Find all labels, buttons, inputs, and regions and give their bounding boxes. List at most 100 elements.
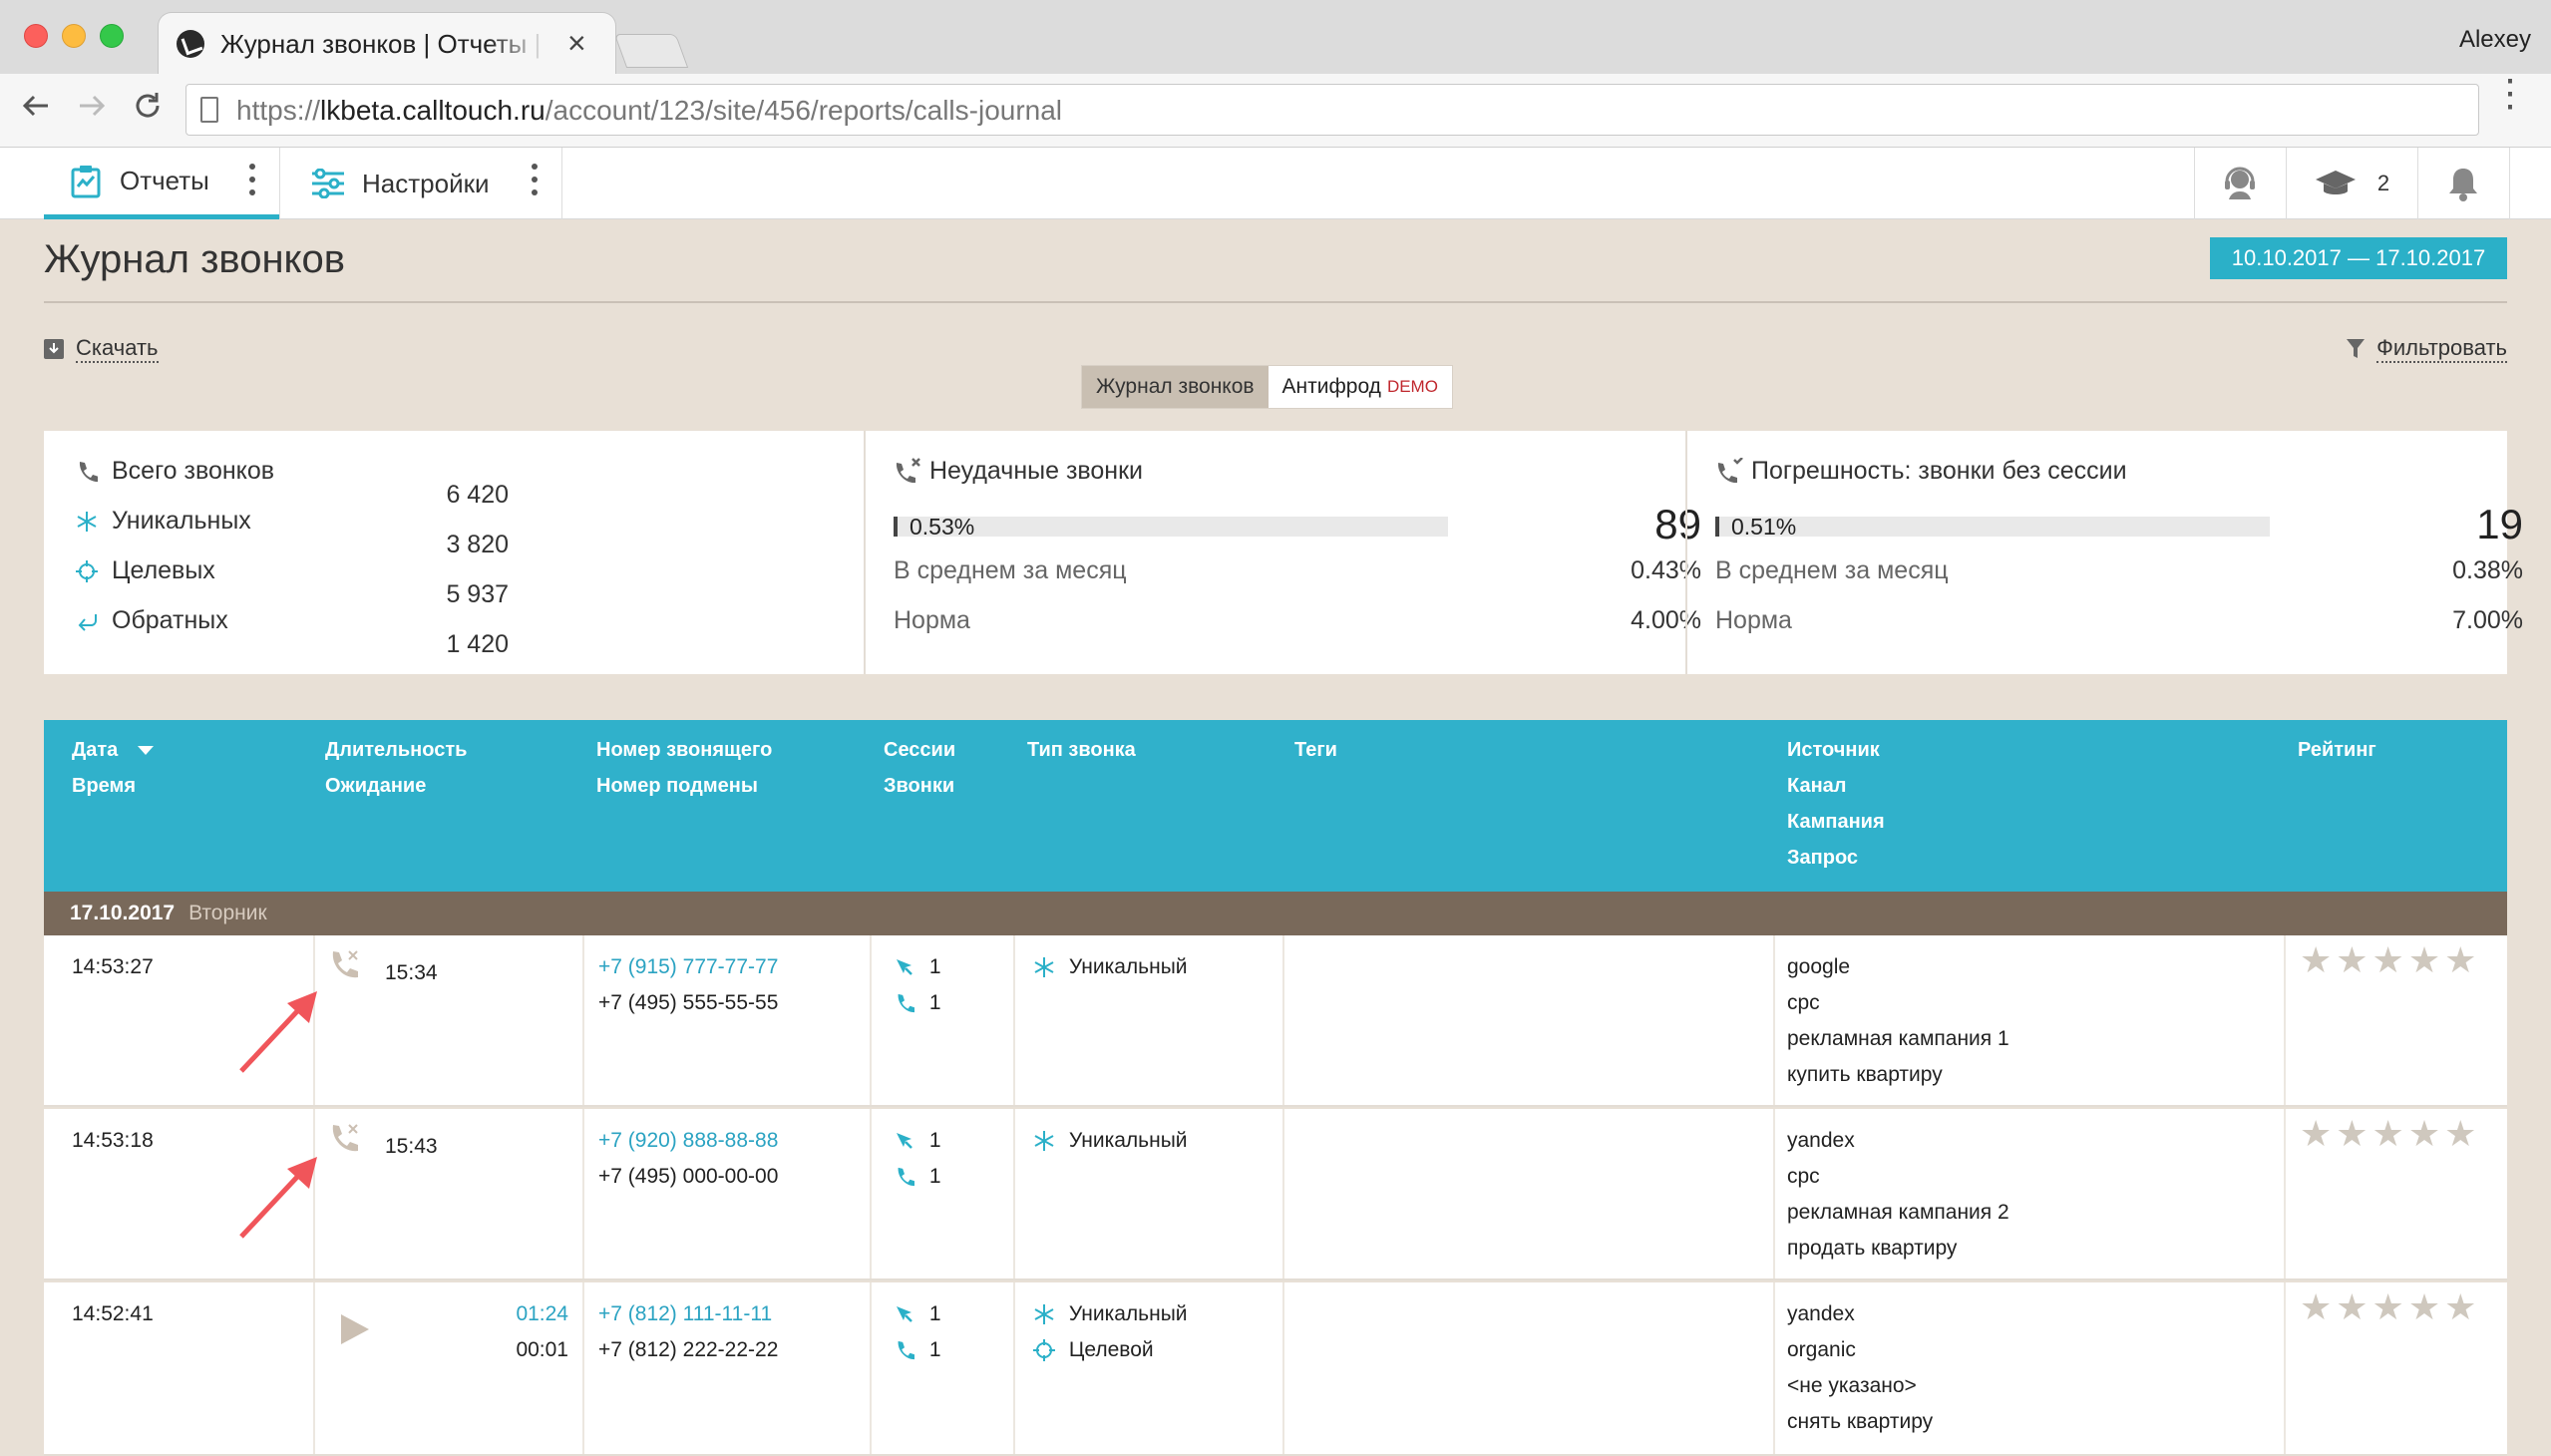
new-tab-button[interactable]: [613, 34, 689, 68]
no-session-avg-value: 0.38%: [2452, 556, 2523, 584]
row-sessions[interactable]: 1: [892, 1296, 941, 1332]
row-campaign: <не указано>: [1787, 1374, 1917, 1397]
row-sessions[interactable]: 1: [892, 1123, 941, 1159]
col-sessions-label: Сессии: [884, 739, 956, 761]
forward-arrow-icon[interactable]: [74, 88, 110, 131]
row-campaign: рекламная кампания 2: [1787, 1201, 2009, 1224]
col-campaign-label: Кампания: [1787, 811, 1885, 833]
tab-settings[interactable]: Настройки: [280, 148, 561, 219]
no-session-percent: 0.51%: [1731, 514, 1797, 540]
row-sessions-value: 1: [928, 955, 941, 978]
row-campaign: рекламная кампания 1: [1787, 1027, 2009, 1050]
tab-settings-label: Настройки: [362, 168, 490, 198]
row-calls-value: 1: [928, 1165, 941, 1188]
window-close-button[interactable]: [24, 24, 48, 48]
window-minimize-button[interactable]: [62, 24, 86, 48]
col-duration[interactable]: Длительность Ожидание: [325, 732, 467, 804]
col-wait-label: Ожидание: [325, 775, 427, 797]
table-row[interactable]: 14:52:41 01:24 00:01 +7 (812) 111-11-11 …: [44, 1282, 2507, 1456]
summary-target-calls-label: Целевых: [112, 556, 215, 584]
play-recording-icon[interactable]: [339, 1312, 371, 1358]
failed-calls-percent: 0.53%: [910, 514, 975, 540]
row-duration: 15:43: [385, 1135, 438, 1158]
failed-calls-avg-label: В среднем за месяц: [894, 556, 1127, 584]
rating-stars[interactable]: ★★★★★: [2300, 1286, 2480, 1328]
no-session-norm-value: 7.00%: [2452, 606, 2523, 634]
page-title: Журнал звонков: [44, 237, 345, 281]
address-bar[interactable]: https://lkbeta.calltouch.ru/account/123/…: [185, 84, 2479, 136]
row-sessions-value: 1: [928, 1302, 941, 1325]
summary-total-calls-value: 6 420: [446, 481, 509, 509]
row-duration: 15:34: [385, 961, 438, 984]
row-caller-number[interactable]: +7 (915) 777-77-77: [598, 949, 778, 985]
col-replace-label: Номер подмены: [596, 775, 758, 797]
col-sessions[interactable]: Сессии Звонки: [884, 732, 955, 804]
demo-badge: DEMO: [1386, 377, 1438, 396]
row-calls[interactable]: 1: [892, 1159, 941, 1195]
browser-menu-icon[interactable]: ⋮: [2491, 75, 2529, 113]
no-session-avg-label: В среднем за месяц: [1715, 556, 1949, 584]
unique-asterisk-icon: [1031, 954, 1057, 980]
no-session-bar: 0.51%: [1715, 514, 2270, 540]
col-time-label: Время: [72, 775, 136, 797]
table-row[interactable]: 14:53:18 15:43 +7 (920) 888-88-88 +7 (49…: [44, 1109, 2507, 1280]
browser-tab[interactable]: Журнал звонков | Отчеты | Calltouch ×: [158, 12, 616, 74]
browser-toolbar: https://lkbeta.calltouch.ru/account/123/…: [0, 74, 2551, 148]
row-type-label: Уникальный: [1068, 1302, 1188, 1325]
tab-reports-label: Отчеты: [120, 166, 209, 195]
row-time: 14:53:27: [72, 955, 154, 978]
row-sessions-value: 1: [928, 1129, 941, 1152]
row-caller-number[interactable]: +7 (920) 888-88-88: [598, 1123, 778, 1159]
window-zoom-button[interactable]: [100, 24, 124, 48]
col-numbers[interactable]: Номер звонящего Номер подмены: [596, 732, 772, 804]
missed-call-icon: [329, 947, 363, 993]
address-url[interactable]: https://lkbeta.calltouch.ru/account/123/…: [236, 95, 1062, 127]
segment-antifraud[interactable]: Антифрод DEMO: [1268, 366, 1452, 408]
tab-reports[interactable]: Отчеты: [44, 148, 279, 219]
failed-calls-bar: 0.53%: [894, 514, 1448, 540]
row-duration[interactable]: 01:24: [483, 1296, 568, 1332]
education-button[interactable]: 2: [2286, 148, 2417, 219]
browser-profile-name[interactable]: Alexey: [2459, 26, 2531, 54]
col-rating[interactable]: Рейтинг: [2298, 732, 2376, 768]
col-date-time[interactable]: Дата Время: [72, 732, 155, 804]
col-source[interactable]: Источник Канал Кампания Запрос: [1787, 732, 1885, 876]
rating-stars[interactable]: ★★★★★: [2300, 939, 2480, 981]
reports-menu-icon[interactable]: [249, 164, 255, 203]
col-tags[interactable]: Теги: [1294, 732, 1337, 768]
summary-target-calls-value: 5 937: [446, 580, 509, 608]
col-calls-label: Звонки: [884, 775, 955, 797]
rating-stars[interactable]: ★★★★★: [2300, 1113, 2480, 1155]
summary-unique-calls-label: Уникальных: [112, 507, 251, 535]
row-calls[interactable]: 1: [892, 1332, 941, 1368]
date-range-picker[interactable]: 10.10.2017 — 17.10.2017: [2210, 237, 2507, 279]
row-type-label: Уникальный: [1068, 1129, 1188, 1152]
tab-close-icon[interactable]: ×: [567, 25, 586, 62]
row-calls[interactable]: 1: [892, 985, 941, 1021]
download-link[interactable]: Скачать: [44, 335, 159, 363]
reload-icon[interactable]: [130, 88, 166, 131]
unique-asterisk-icon: [1031, 1128, 1057, 1154]
col-call-type[interactable]: Тип звонка: [1027, 732, 1136, 768]
filter-link[interactable]: Фильтровать: [2347, 335, 2507, 363]
sort-desc-icon[interactable]: [138, 746, 155, 756]
phone-icon: [79, 461, 98, 482]
segment-journal[interactable]: Журнал звонков: [1082, 366, 1269, 408]
row-caller-number[interactable]: +7 (812) 111-11-11: [598, 1296, 772, 1332]
title-divider: [44, 301, 2507, 303]
no-session-count: 19: [2476, 501, 2523, 547]
col-type-label: Тип звонка: [1027, 739, 1136, 761]
back-arrow-icon[interactable]: [18, 88, 54, 131]
support-button[interactable]: [2194, 148, 2286, 219]
failed-calls-bar-fill: [894, 517, 898, 537]
row-sessions[interactable]: 1: [892, 949, 941, 985]
reports-icon: [70, 165, 102, 198]
summary-callback-calls-label: Обратных: [112, 606, 228, 634]
settings-menu-icon[interactable]: [532, 164, 538, 203]
unique-asterisk-icon: [77, 511, 97, 532]
table-row[interactable]: 14:53:27 15:34 +7 (915) 777-77-77 +7 (49…: [44, 935, 2507, 1107]
row-calls-value: 1: [928, 1338, 941, 1361]
filter-label: Фильтровать: [2376, 335, 2507, 363]
no-session-norm-label: Норма: [1715, 606, 1792, 634]
notifications-button[interactable]: [2417, 148, 2509, 219]
